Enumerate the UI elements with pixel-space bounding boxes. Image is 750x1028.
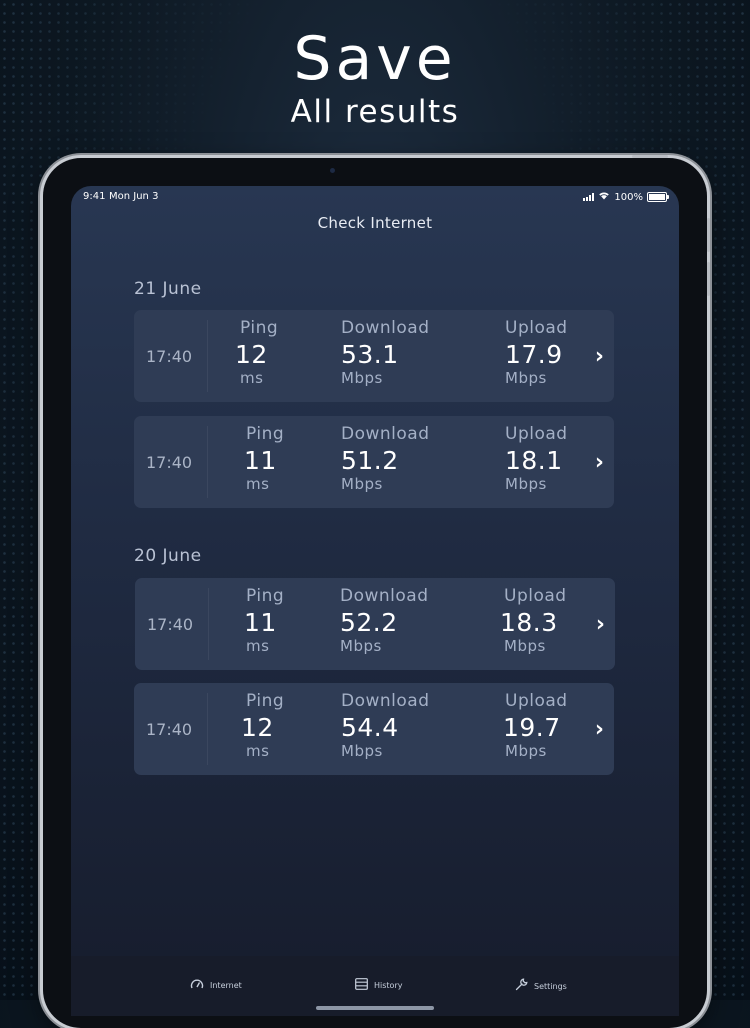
page-title: Check Internet (317, 214, 433, 232)
section-date: 20 June (134, 546, 202, 566)
tablet-volume-button (707, 218, 710, 252)
download-label: Download (341, 691, 430, 711)
upload-unit: Mbps (504, 637, 546, 655)
download-metric: Download 54.4 Mbps (341, 691, 430, 760)
download-unit: Mbps (341, 742, 383, 760)
chevron-right-icon[interactable]: › (595, 344, 604, 369)
row-divider (208, 588, 209, 660)
ping-value: 11 (244, 608, 277, 637)
wrench-icon (515, 978, 528, 994)
ping-unit: ms (240, 369, 264, 387)
result-time: 17:40 (146, 347, 193, 366)
ping-metric: Ping 11 ms (244, 424, 285, 493)
download-unit: Mbps (341, 475, 383, 493)
tab-bar: Internet History Settings (71, 956, 679, 1016)
download-value: 51.2 (341, 446, 399, 475)
ping-value: 12 (235, 340, 268, 369)
upload-metric: Upload 19.7 Mbps (503, 691, 568, 760)
upload-metric: Upload 18.1 Mbps (505, 424, 568, 493)
section-date: 21 June (134, 279, 202, 299)
chevron-right-icon[interactable]: › (595, 450, 604, 475)
download-value: 53.1 (341, 340, 399, 369)
tab-label: Internet (210, 981, 242, 990)
status-date: Mon Jun 3 (109, 191, 159, 202)
ping-label: Ping (246, 691, 285, 711)
promo-headline: Save (293, 24, 457, 94)
home-indicator (316, 1006, 434, 1010)
speedometer-icon (190, 978, 204, 993)
row-divider (207, 320, 208, 392)
upload-label: Upload (505, 424, 568, 444)
ping-unit: ms (246, 475, 270, 493)
result-time: 17:40 (147, 615, 194, 634)
result-time: 17:40 (146, 720, 193, 739)
upload-value: 17.9 (505, 340, 563, 369)
front-camera (330, 168, 335, 173)
upload-unit: Mbps (505, 369, 547, 387)
upload-value: 18.1 (505, 446, 563, 475)
status-indicators: 100% (583, 191, 669, 203)
ping-value: 11 (244, 446, 277, 475)
upload-metric: Upload 18.3 Mbps (500, 586, 567, 655)
result-row[interactable]: 17:40 Ping 11 ms Download 51.2 Mbps Uplo… (134, 416, 614, 508)
download-metric: Download 51.2 Mbps (341, 424, 430, 493)
battery-icon (647, 192, 669, 202)
ping-unit: ms (246, 742, 270, 760)
status-bar: 9:41 Mon Jun 3 100% (83, 191, 669, 205)
ping-metric: Ping 12 ms (241, 691, 285, 760)
tab-history[interactable]: History (355, 978, 402, 993)
cellular-signal-icon (583, 193, 595, 201)
result-row[interactable]: 17:40 Ping 12 ms Download 53.1 Mbps Uplo… (134, 310, 614, 402)
ping-unit: ms (246, 637, 270, 655)
download-metric: Download 52.2 Mbps (340, 586, 429, 655)
chevron-right-icon[interactable]: › (596, 612, 605, 637)
upload-label: Upload (505, 691, 568, 711)
tab-label: History (374, 981, 403, 990)
app-screen: 9:41 Mon Jun 3 100% Check Internet 21 Ju… (71, 186, 679, 1016)
download-unit: Mbps (340, 637, 382, 655)
tab-settings[interactable]: Settings (515, 978, 567, 994)
ping-metric: Ping 11 ms (244, 586, 285, 655)
download-value: 52.2 (340, 608, 398, 637)
ping-metric: Ping 12 ms (235, 318, 279, 387)
upload-value: 19.7 (503, 713, 561, 742)
row-divider (207, 426, 208, 498)
download-label: Download (341, 424, 430, 444)
ping-label: Ping (246, 424, 285, 444)
result-row[interactable]: 17:40 Ping 12 ms Download 54.4 Mbps Uplo… (134, 683, 614, 775)
battery-percent: 100% (614, 191, 643, 203)
download-label: Download (341, 318, 430, 338)
download-metric: Download 53.1 Mbps (341, 318, 430, 387)
promo-subline: All results (290, 94, 460, 130)
row-divider (207, 693, 208, 765)
upload-label: Upload (504, 586, 567, 606)
wifi-icon (598, 191, 610, 203)
upload-label: Upload (505, 318, 568, 338)
tablet-top-button (632, 155, 668, 158)
tab-label: Settings (534, 981, 567, 991)
upload-value: 18.3 (500, 608, 558, 637)
result-row[interactable]: 17:40 Ping 11 ms Download 52.2 Mbps Uplo… (135, 578, 615, 670)
status-time: 9:41 (83, 191, 106, 202)
list-icon (355, 978, 368, 993)
chevron-right-icon[interactable]: › (595, 717, 604, 742)
result-time: 17:40 (146, 453, 193, 472)
download-value: 54.4 (341, 713, 399, 742)
ping-label: Ping (246, 586, 285, 606)
tablet-volume-button (707, 262, 710, 296)
tab-internet[interactable]: Internet (190, 978, 242, 993)
download-unit: Mbps (341, 369, 383, 387)
upload-unit: Mbps (505, 742, 547, 760)
download-label: Download (340, 586, 429, 606)
upload-metric: Upload 17.9 Mbps (505, 318, 568, 387)
ping-value: 12 (241, 713, 274, 742)
upload-unit: Mbps (505, 475, 547, 493)
ping-label: Ping (240, 318, 279, 338)
